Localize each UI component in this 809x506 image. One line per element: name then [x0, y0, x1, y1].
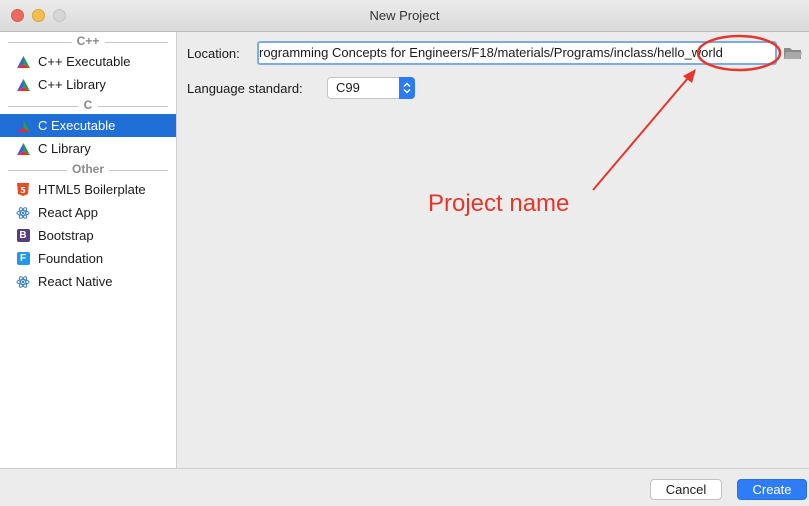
group-header-cpp: C++ [8, 34, 168, 50]
title-bar: New Project [0, 0, 809, 32]
sidebar-item-label: HTML5 Boilerplate [38, 182, 146, 197]
dialog-footer: Cancel Create [0, 468, 809, 506]
react-icon [16, 275, 30, 289]
annotation-label: Project name [428, 190, 570, 217]
sidebar-item-bootstrap[interactable]: B Bootstrap [0, 224, 176, 247]
sidebar-item-label: C++ Library [38, 77, 106, 92]
group-header-c: C [8, 98, 168, 114]
select-chevron-icon [399, 77, 415, 99]
sidebar-item-label: Bootstrap [38, 228, 94, 243]
create-button[interactable]: Create [737, 479, 807, 500]
window-title: New Project [369, 8, 440, 23]
group-label: Other [66, 162, 110, 176]
language-standard-label: Language standard: [187, 81, 303, 96]
svg-text:5: 5 [20, 186, 26, 195]
project-type-sidebar: C++ C++ Executable C++ Library C C Execu… [0, 32, 177, 468]
sidebar-item-label: React Native [38, 274, 113, 289]
settings-panel: Location: rogramming Concepts for Engine… [177, 32, 809, 468]
cmake-icon [16, 119, 30, 133]
bootstrap-icon: B [16, 229, 30, 243]
sidebar-item-c-library[interactable]: C Library [0, 137, 176, 160]
sidebar-item-label: Foundation [38, 251, 104, 266]
react-icon [16, 206, 30, 220]
sidebar-item-foundation[interactable]: F Foundation [0, 247, 176, 270]
group-label: C++ [71, 34, 105, 48]
html5-icon: 5 [16, 183, 30, 197]
group-header-other: Other [8, 162, 168, 178]
sidebar-item-react-native[interactable]: React Native [0, 270, 176, 293]
browse-folder-icon[interactable] [783, 46, 803, 60]
group-label: C [78, 98, 98, 112]
language-standard-select[interactable]: C99 [327, 77, 415, 99]
cancel-button[interactable]: Cancel [650, 479, 722, 500]
sidebar-item-c-executable[interactable]: C Executable [0, 114, 176, 137]
sidebar-item-label: React App [38, 205, 98, 220]
sidebar-item-label: C Executable [38, 118, 116, 133]
cmake-icon [16, 55, 30, 69]
sidebar-item-cpp-library[interactable]: C++ Library [0, 73, 176, 96]
location-value: rogramming Concepts for Engineers/F18/ma… [259, 45, 723, 60]
sidebar-item-html5-boilerplate[interactable]: 5 HTML5 Boilerplate [0, 178, 176, 201]
language-standard-value: C99 [336, 80, 360, 95]
location-label: Location: [187, 46, 240, 61]
sidebar-item-label: C++ Executable [38, 54, 131, 69]
location-input[interactable]: rogramming Concepts for Engineers/F18/ma… [257, 41, 777, 65]
sidebar-item-label: C Library [38, 141, 91, 156]
sidebar-item-cpp-executable[interactable]: C++ Executable [0, 50, 176, 73]
foundation-icon: F [16, 252, 30, 266]
sidebar-item-react-app[interactable]: React App [0, 201, 176, 224]
cmake-icon [16, 142, 30, 156]
cmake-icon [16, 78, 30, 92]
